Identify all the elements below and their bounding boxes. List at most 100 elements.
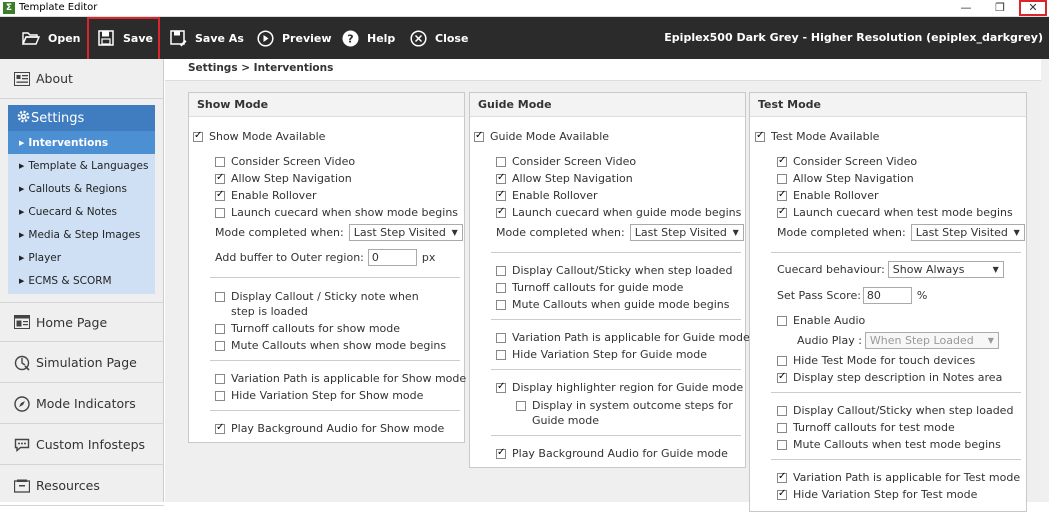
submenu-item-callouts-regions[interactable]: ▶ Callouts & Regions <box>8 177 155 200</box>
checkbox-checked[interactable] <box>215 422 225 434</box>
show-hide-variation-checkbox[interactable]: Hide Variation Step for Show mode <box>215 389 423 402</box>
submenu-item-player[interactable]: ▶ Player <box>8 246 155 269</box>
show-mute-callouts-checkbox[interactable]: Mute Callouts when show mode begins <box>215 339 446 352</box>
test-hide-variation-checkbox[interactable]: Hide Variation Step for Test mode <box>777 488 977 501</box>
checkbox-unchecked[interactable] <box>215 373 225 384</box>
guide-display-highlighter-checkbox[interactable]: Display highlighter region for Guide mod… <box>496 381 743 394</box>
sidebar-item-settings[interactable]: Settings <box>8 105 155 131</box>
guide-display-outcome-checkbox[interactable]: Display in system outcome steps for Guid… <box>516 398 742 428</box>
open-button[interactable]: Open <box>22 17 81 59</box>
show-variation-path-checkbox[interactable]: Variation Path is applicable for Show mo… <box>215 372 466 385</box>
sidebar-item-simulation-page[interactable]: Simulation Page <box>0 343 164 383</box>
checkbox-unchecked[interactable] <box>215 390 225 401</box>
checkbox-unchecked[interactable] <box>215 340 225 351</box>
checkbox-checked[interactable] <box>496 189 506 201</box>
checkbox-unchecked[interactable] <box>496 282 506 293</box>
guide-launch-cuecard-checkbox[interactable]: Launch cuecard when guide mode begins <box>496 206 741 219</box>
buffer-input[interactable]: 0 <box>367 249 417 266</box>
test-variation-path-checkbox[interactable]: Variation Path is applicable for Test mo… <box>777 471 1020 484</box>
help-button[interactable]: ? Help <box>341 17 395 59</box>
submenu-item-media-step-images[interactable]: ▶ Media & Step Images <box>8 223 155 246</box>
show-mode-completed-select[interactable]: Last Step Visited ▼ <box>348 224 463 241</box>
checkbox-checked[interactable] <box>777 371 787 383</box>
preview-button[interactable]: Preview <box>256 17 332 59</box>
restore-button[interactable]: ❐ <box>986 0 1014 16</box>
test-mode-completed-select[interactable]: Last Step Visited ▼ <box>910 224 1025 241</box>
guide-play-bg-audio-checkbox[interactable]: Play Background Audio for Guide mode <box>496 447 728 460</box>
show-enable-rollover-checkbox[interactable]: Enable Rollover <box>215 189 317 202</box>
guide-mode-completed-select[interactable]: Last Step Visited ▼ <box>629 224 744 241</box>
checkbox-checked[interactable] <box>777 189 787 201</box>
guide-mode-available-checkbox[interactable]: Guide Mode Available <box>474 130 609 143</box>
test-allow-nav-checkbox[interactable]: Allow Step Navigation <box>777 172 914 185</box>
checkbox-unchecked[interactable] <box>496 265 506 276</box>
audio-play-select[interactable]: When Step Loaded ▼ <box>864 332 999 349</box>
checkbox-checked[interactable] <box>193 130 203 142</box>
checkbox-checked[interactable] <box>496 206 506 218</box>
checkbox-unchecked[interactable] <box>496 299 506 310</box>
checkbox-unchecked[interactable] <box>777 355 787 366</box>
checkbox-unchecked[interactable] <box>215 292 225 302</box>
test-hide-touch-checkbox[interactable]: Hide Test Mode for touch devices <box>777 354 975 367</box>
cuecard-behaviour-select[interactable]: Show Always ▼ <box>887 261 1004 278</box>
checkbox-checked[interactable] <box>777 206 787 218</box>
checkbox-unchecked[interactable] <box>215 207 225 218</box>
show-mode-available-checkbox[interactable]: Show Mode Available <box>193 130 325 143</box>
show-turnoff-callouts-checkbox[interactable]: Turnoff callouts for show mode <box>215 322 400 335</box>
guide-display-callout-checkbox[interactable]: Display Callout/Sticky when step loaded <box>496 264 732 277</box>
show-launch-cuecard-checkbox[interactable]: Launch cuecard when show mode begins <box>215 206 458 219</box>
show-consider-video-checkbox[interactable]: Consider Screen Video <box>215 155 355 168</box>
checkbox-unchecked[interactable] <box>777 439 787 450</box>
checkbox-unchecked[interactable] <box>215 323 225 334</box>
checkbox-checked[interactable] <box>215 172 225 184</box>
minimize-button[interactable]: — <box>952 0 980 16</box>
test-display-step-desc-checkbox[interactable]: Display step description in Notes area <box>777 371 1002 384</box>
save-as-button[interactable]: Save As <box>169 17 244 59</box>
guide-variation-path-checkbox[interactable]: Variation Path is applicable for Guide m… <box>496 331 750 344</box>
checkbox-unchecked[interactable] <box>777 173 787 184</box>
test-turnoff-callouts-checkbox[interactable]: Turnoff callouts for test mode <box>777 421 955 434</box>
test-consider-video-checkbox[interactable]: Consider Screen Video <box>777 155 917 168</box>
sidebar-item-resources[interactable]: Resources <box>0 466 164 506</box>
guide-turnoff-callouts-checkbox[interactable]: Turnoff callouts for guide mode <box>496 281 683 294</box>
checkbox-checked[interactable] <box>777 471 787 483</box>
checkbox-unchecked[interactable] <box>777 422 787 433</box>
test-launch-cuecard-checkbox[interactable]: Launch cuecard when test mode begins <box>777 206 1013 219</box>
sidebar-item-home-page[interactable]: Home Page <box>0 302 164 342</box>
checkbox-checked[interactable] <box>777 488 787 500</box>
checkbox-unchecked[interactable] <box>496 156 506 167</box>
guide-hide-variation-checkbox[interactable]: Hide Variation Step for Guide mode <box>496 348 707 361</box>
pass-score-input[interactable]: 80 <box>862 287 912 304</box>
checkbox-unchecked[interactable] <box>516 401 526 411</box>
checkbox-checked[interactable] <box>474 130 484 142</box>
checkbox-unchecked[interactable] <box>777 315 787 326</box>
checkbox-unchecked[interactable] <box>496 349 506 360</box>
guide-allow-nav-checkbox[interactable]: Allow Step Navigation <box>496 172 633 185</box>
sidebar-item-custom-infosteps[interactable]: Custom Infosteps <box>0 425 164 465</box>
submenu-item-interventions[interactable]: ▶ Interventions <box>8 131 155 154</box>
guide-enable-rollover-checkbox[interactable]: Enable Rollover <box>496 189 598 202</box>
checkbox-checked[interactable] <box>496 447 506 459</box>
sidebar-item-mode-indicators[interactable]: Mode Indicators <box>0 384 164 424</box>
submenu-item-cuecard-notes[interactable]: ▶ Cuecard & Notes <box>8 200 155 223</box>
sidebar-item-about[interactable]: About <box>0 59 164 99</box>
close-button[interactable]: Close <box>409 17 468 59</box>
test-enable-audio-checkbox[interactable]: Enable Audio <box>777 314 865 327</box>
test-display-callout-checkbox[interactable]: Display Callout/Sticky when step loaded <box>777 404 1013 417</box>
checkbox-checked[interactable] <box>496 381 506 393</box>
vertical-scrollbar[interactable] <box>1041 59 1049 502</box>
checkbox-checked[interactable] <box>215 189 225 201</box>
checkbox-checked[interactable] <box>777 155 787 167</box>
checkbox-checked[interactable] <box>755 130 765 142</box>
checkbox-checked[interactable] <box>496 172 506 184</box>
checkbox-unchecked[interactable] <box>215 156 225 167</box>
show-play-bg-audio-checkbox[interactable]: Play Background Audio for Show mode <box>215 422 444 435</box>
show-allow-nav-checkbox[interactable]: Allow Step Navigation <box>215 172 352 185</box>
submenu-item-template-languages[interactable]: ▶ Template & Languages <box>8 154 155 177</box>
test-mute-callouts-checkbox[interactable]: Mute Callouts when test mode begins <box>777 438 1001 451</box>
test-enable-rollover-checkbox[interactable]: Enable Rollover <box>777 189 879 202</box>
guide-consider-video-checkbox[interactable]: Consider Screen Video <box>496 155 636 168</box>
guide-mute-callouts-checkbox[interactable]: Mute Callouts when guide mode begins <box>496 298 729 311</box>
checkbox-unchecked[interactable] <box>777 405 787 416</box>
show-display-callout-checkbox[interactable]: Display Callout / Sticky note when step … <box>215 289 445 319</box>
